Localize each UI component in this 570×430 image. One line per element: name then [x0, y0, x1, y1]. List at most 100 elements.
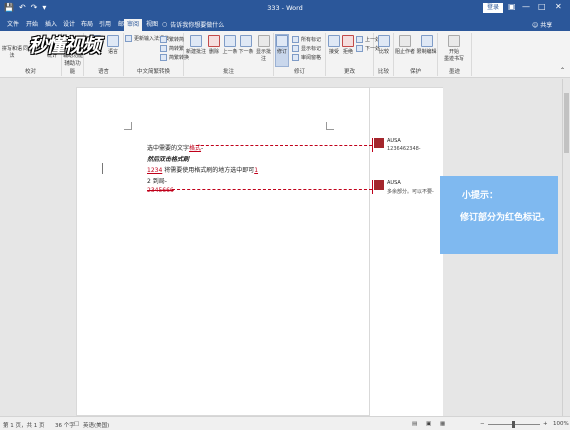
block-authors-button[interactable]: 阻止作者	[395, 35, 415, 55]
tell-me-text: 告诉我你想要做什么	[170, 22, 225, 29]
document-page[interactable]	[76, 87, 370, 416]
t2s-icon	[160, 36, 167, 43]
review-pane-button[interactable]: 审阅窗格	[292, 54, 321, 61]
group-label-protect: 保护	[409, 69, 421, 75]
tell-me-box[interactable]: ○ 告诉我你想要做什么	[162, 20, 224, 29]
reject-label: 拒绝	[342, 49, 353, 55]
group-label-compare: 比较	[377, 69, 389, 75]
new-comment-icon	[190, 35, 202, 47]
previous-comment-label: 上一条	[222, 49, 238, 55]
doc-line-3-mark: 1	[254, 167, 259, 174]
group-label-comments: 批注	[222, 69, 234, 75]
doc-line-4[interactable]: 2 到局-	[147, 176, 167, 185]
tab-insert[interactable]: 插入	[42, 19, 60, 31]
crop-mark-top-right	[326, 122, 334, 130]
accept-button[interactable]: 接受	[327, 35, 341, 55]
zoom-in-icon[interactable]: +	[543, 421, 548, 427]
spelling-button[interactable]: 拼写和语法	[1, 45, 23, 59]
track-changes-label: 修订	[276, 49, 287, 55]
group-label-chinese-conversion: 中文简繁转换	[136, 69, 170, 75]
share-label: 共享	[540, 22, 553, 29]
reject-button[interactable]: 拒绝	[341, 35, 355, 55]
block-authors-label: 阻止作者	[395, 49, 416, 55]
maximize-icon[interactable]: □	[538, 2, 546, 11]
traditional-to-simplified-button[interactable]: 繁转简	[160, 36, 184, 43]
avatar	[374, 180, 384, 190]
review-pane-label: 审阅窗格	[301, 55, 322, 61]
doc-line-2[interactable]: 然后双击格式刷	[147, 154, 189, 163]
scrollbar-thumb[interactable]	[564, 93, 569, 153]
login-button[interactable]: 登录	[483, 3, 504, 13]
tab-design[interactable]: 设计	[60, 19, 78, 31]
title-bar: 💾 ↶ ↷ ▾ 333 - Word 登录 ▣ — □ ✕	[0, 0, 570, 17]
comment-bar	[372, 180, 373, 194]
tip-text: 修订部分为红色标记。	[460, 213, 551, 223]
share-button[interactable]: ☺ 共享	[532, 20, 552, 29]
read-mode-icon[interactable]: ▤	[412, 421, 417, 427]
markup-select[interactable]: 所有标记	[292, 36, 321, 43]
s2t-icon	[160, 45, 167, 52]
group-comments: 新建批注 删除 上一条 下一条 显示批注 批注	[184, 33, 274, 76]
tab-review[interactable]: 审阅	[124, 19, 143, 31]
group-chinese-conversion: 繁转简 简转繁 简繁转换 中文简繁转换	[124, 33, 189, 76]
zoom-slider-knob[interactable]	[512, 421, 515, 428]
next-comment-label: 下一条	[238, 49, 254, 55]
track-changes-button[interactable]: 修订	[275, 34, 289, 67]
comment-2[interactable]: AUSA 多余部分。可以不要-	[372, 180, 442, 195]
delete-comment-button[interactable]: 删除	[206, 35, 222, 55]
start-inking-label-b: 墨迹书写	[443, 56, 464, 62]
tab-file[interactable]: 文件	[4, 19, 22, 31]
comment-author: AUSA	[387, 180, 401, 186]
doc-inserted-number: 1234	[147, 167, 163, 174]
ribbon-display-icon[interactable]: ▣	[508, 2, 516, 11]
group-changes: 接受 拒绝 上一处 下一处 更改	[326, 33, 380, 76]
simplified-to-traditional-button[interactable]: 简转繁	[160, 45, 184, 52]
compare-label: 比较	[378, 49, 389, 55]
new-comment-button[interactable]: 新建批注	[186, 35, 206, 55]
delete-comment-icon	[208, 35, 220, 47]
block-authors-icon	[399, 35, 411, 47]
doc-line-1[interactable]: 选中需要的文字格式-	[147, 143, 203, 152]
tab-layout[interactable]: 布局	[78, 19, 96, 31]
tip-title: 小提示：	[462, 191, 499, 201]
print-layout-icon[interactable]: ▣	[426, 421, 431, 427]
close-icon[interactable]: ✕	[555, 2, 562, 11]
reject-icon	[342, 35, 354, 47]
show-markup-button[interactable]: 显示标记	[292, 45, 321, 52]
show-comments-icon	[257, 35, 270, 47]
doc-line-5[interactable]: 2345666	[147, 187, 174, 194]
doc-line-3[interactable]: 1234 将需要使用格式刷的地方选中即可1	[147, 165, 258, 174]
page-count[interactable]: 第 1 页，共 1 页	[3, 421, 45, 429]
lightbulb-icon: ○	[162, 21, 168, 28]
show-comments-button[interactable]: 显示批注	[254, 35, 273, 62]
s2t-label: 简转繁	[169, 46, 185, 52]
tab-references[interactable]: 引用	[96, 19, 114, 31]
vertical-scrollbar[interactable]	[562, 79, 570, 416]
avatar	[374, 138, 384, 148]
word-count[interactable]: 36 个字	[55, 421, 75, 429]
proofing-status-icon[interactable]: □	[74, 421, 79, 427]
track-changes-icon	[276, 35, 288, 47]
restrict-editing-button[interactable]: 限制编辑	[416, 35, 437, 55]
spelling-label: 拼写和语法	[1, 46, 22, 59]
previous-comment-button[interactable]: 上一条	[222, 35, 238, 55]
pen-icon	[448, 35, 460, 47]
zoom-level[interactable]: 100%	[553, 421, 569, 427]
doc-line-1-end: -	[201, 145, 204, 152]
language-label: 语言	[107, 49, 118, 55]
convert-icon	[160, 54, 167, 61]
web-layout-icon[interactable]: ▦	[440, 421, 445, 427]
language-button[interactable]: 语言	[104, 35, 122, 55]
start-inking-button[interactable]: 开始 墨迹书写	[441, 35, 467, 62]
collapse-ribbon-icon[interactable]: ⌃	[560, 67, 565, 74]
zoom-out-icon[interactable]: −	[480, 421, 485, 427]
comment-1[interactable]: AUSA 1236462348-	[372, 138, 442, 152]
minimize-icon[interactable]: —	[522, 2, 530, 11]
compare-button[interactable]: 比较	[376, 35, 392, 55]
tab-home[interactable]: 开始	[23, 19, 41, 31]
restrict-editing-icon	[420, 35, 433, 47]
tab-view[interactable]: 视图	[143, 19, 161, 31]
next-comment-button[interactable]: 下一条	[238, 35, 254, 55]
zoom-slider[interactable]	[488, 421, 540, 428]
language-status[interactable]: 英语(美国)	[83, 421, 109, 429]
